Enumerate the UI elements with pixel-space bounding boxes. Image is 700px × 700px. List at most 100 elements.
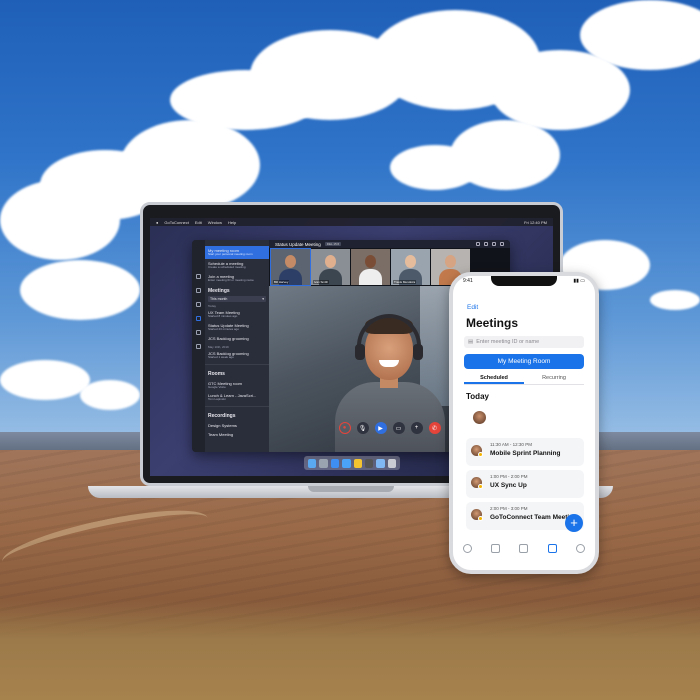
mail-icon[interactable] bbox=[342, 458, 351, 468]
meetings-sidebar: My meeting room Start your personal meet… bbox=[205, 240, 269, 452]
chat-icon[interactable] bbox=[196, 302, 201, 307]
phone-screen: 9:41 ▮▮ ▭ Edit Meetings ▤ Enter meeting … bbox=[453, 276, 595, 570]
room-list-item[interactable]: Lunch & Learn - JavaScri... Tom Lapinski bbox=[205, 391, 269, 404]
meeting-name: Mobile Sprint Planning bbox=[490, 450, 561, 457]
meeting-list-item[interactable]: JCS Backlog grooming bbox=[205, 334, 269, 343]
sidebar-item-join-meeting[interactable]: Join a meeting Enter meeting ID or meeti… bbox=[205, 272, 269, 285]
app-icon[interactable] bbox=[364, 458, 374, 468]
participant-tile[interactable]: Ivan Smith bbox=[311, 249, 350, 285]
meeting-list-item[interactable]: Status Update Meeting Started 23 minutes… bbox=[205, 321, 269, 334]
chevron-down-icon: ▾ bbox=[262, 297, 264, 302]
meeting-label: JCS Backlog grooming bbox=[208, 335, 249, 341]
divider bbox=[205, 363, 269, 365]
meeting-sub: Started 23 minutes ago bbox=[208, 327, 240, 331]
meeting-badge: DEL 15:6 bbox=[324, 242, 342, 246]
tab-recurring[interactable]: Recurring bbox=[524, 373, 584, 384]
recording-label: Design Systems bbox=[208, 423, 237, 428]
meeting-card[interactable]: 11:30 AM - 12:30 PM Mobile Sprint Planni… bbox=[466, 438, 584, 466]
participant-tile[interactable]: Bill Harvey bbox=[270, 248, 311, 286]
more-icon[interactable] bbox=[500, 242, 504, 246]
meeting-name: UX Sync Up bbox=[490, 482, 527, 489]
safari-icon[interactable] bbox=[330, 458, 340, 468]
record-button[interactable]: ● bbox=[338, 422, 351, 434]
search-placeholder: Enter meeting ID or name bbox=[476, 339, 540, 345]
filter-value: This month bbox=[210, 297, 228, 302]
participant-name: Bill Harvey bbox=[273, 280, 290, 284]
menubar-window[interactable]: Window bbox=[208, 220, 222, 225]
meeting-title: Status Update Meeting bbox=[275, 241, 321, 247]
home-icon[interactable] bbox=[196, 274, 201, 279]
sidebar-item-schedule-meeting[interactable]: Schedule a meeting Create a scheduled me… bbox=[205, 259, 269, 272]
video-icon[interactable] bbox=[547, 543, 557, 553]
mac-menubar: ● GoToConnect Edit Window Help Fri 12:40… bbox=[150, 218, 553, 226]
status-time: 9:41 bbox=[463, 278, 473, 284]
meeting-list-item[interactable]: UX Team Meeting Started 8 minutes ago bbox=[205, 308, 269, 321]
menubar-edit[interactable]: Edit bbox=[195, 220, 202, 225]
meetings-heading: Meetings bbox=[208, 288, 230, 295]
end-call-button[interactable]: ✆ bbox=[428, 422, 441, 434]
meeting-id-search-input[interactable]: ▤ Enter meeting ID or name bbox=[464, 336, 584, 348]
apple-icon[interactable]: ● bbox=[156, 220, 158, 225]
participants-icon[interactable] bbox=[484, 242, 488, 246]
room-sub: Tom Lapinski bbox=[208, 397, 226, 402]
chat-icon[interactable] bbox=[576, 543, 586, 553]
dry-grass-foreground bbox=[0, 600, 700, 700]
grid-view-icon[interactable] bbox=[476, 242, 480, 246]
smartphone: 9:41 ▮▮ ▭ Edit Meetings ▤ Enter meeting … bbox=[449, 272, 599, 574]
phone-icon[interactable] bbox=[196, 288, 201, 293]
person-icon[interactable] bbox=[462, 543, 472, 553]
meeting-sub: Started 1 week ago bbox=[208, 354, 234, 359]
contacts-icon[interactable] bbox=[491, 543, 501, 553]
menubar-clock: Fri 12:40 PM bbox=[524, 219, 547, 225]
camera-button[interactable]: ▶ bbox=[374, 422, 387, 434]
trash-icon[interactable] bbox=[387, 458, 396, 468]
side-rail bbox=[192, 240, 205, 452]
meeting-time: 11:30 AM - 12:30 PM bbox=[490, 442, 532, 447]
recording-list-item[interactable]: Design Systems bbox=[205, 421, 269, 430]
chat-icon[interactable] bbox=[492, 242, 496, 246]
sidebar-item-sub: Create a scheduled meeting bbox=[208, 264, 246, 269]
avatar bbox=[473, 411, 486, 424]
sidebar-item-my-meeting-room[interactable]: My meeting room Start your personal meet… bbox=[205, 246, 269, 259]
divider bbox=[205, 406, 269, 407]
menubar-help[interactable]: Help bbox=[228, 220, 236, 225]
add-meeting-button[interactable]: + bbox=[565, 514, 583, 532]
contacts-icon[interactable] bbox=[196, 330, 201, 335]
phone-icon[interactable] bbox=[519, 543, 529, 553]
room-list-item[interactable]: GTC Meeting room Google Voice bbox=[205, 379, 269, 392]
my-meeting-room-button[interactable]: My Meeting Room bbox=[464, 354, 584, 369]
participant-name: Travis Mendoza bbox=[393, 280, 417, 284]
folder-icon[interactable] bbox=[376, 458, 385, 468]
meeting-list-item[interactable]: JCS Backlog grooming Started 1 week ago bbox=[205, 349, 269, 362]
status-dot bbox=[478, 452, 483, 457]
tab-scheduled[interactable]: Scheduled bbox=[464, 373, 524, 384]
recording-label: Team Meeting bbox=[208, 432, 234, 437]
page-title: Meetings bbox=[466, 316, 519, 330]
recordings-heading: Recordings bbox=[208, 413, 236, 419]
meeting-sub: Started 8 minutes ago bbox=[208, 314, 238, 319]
recording-list-item[interactable]: Team Meeting bbox=[205, 430, 269, 439]
launchpad-icon[interactable] bbox=[319, 458, 328, 468]
mac-dock bbox=[304, 456, 400, 470]
laptop-notch bbox=[308, 486, 394, 492]
mute-button[interactable]: 🎙 bbox=[356, 422, 369, 434]
meeting-name: GoToConnect Team Meeting bbox=[490, 514, 578, 521]
signal-battery-icon: ▮▮ ▭ bbox=[573, 278, 585, 284]
status-dot bbox=[478, 484, 483, 489]
menubar-app-name[interactable]: GoToConnect bbox=[164, 220, 188, 225]
meeting-time: 1:00 PM - 2:00 PM bbox=[490, 474, 528, 479]
edit-link[interactable]: Edit bbox=[467, 304, 478, 311]
video-icon[interactable] bbox=[196, 316, 201, 321]
finder-icon[interactable] bbox=[308, 458, 317, 468]
meeting-card[interactable]: 1:00 PM - 2:00 PM UX Sync Up bbox=[466, 470, 584, 498]
participant-tile[interactable]: Travis Mendoza bbox=[391, 249, 430, 285]
screen-share-button[interactable]: ▭ bbox=[392, 422, 405, 434]
day-heading: Today bbox=[466, 392, 489, 401]
sidebar-item-sub: Enter meeting ID or meeting name bbox=[208, 277, 254, 282]
participant-tile[interactable] bbox=[351, 249, 390, 285]
gotoconnect-dock-icon[interactable] bbox=[353, 458, 362, 468]
add-participant-button[interactable]: + bbox=[410, 422, 423, 434]
rooms-heading: Rooms bbox=[208, 370, 225, 377]
settings-icon[interactable] bbox=[196, 344, 201, 349]
meeting-time: 2:00 PM - 3:00 PM bbox=[490, 506, 528, 511]
